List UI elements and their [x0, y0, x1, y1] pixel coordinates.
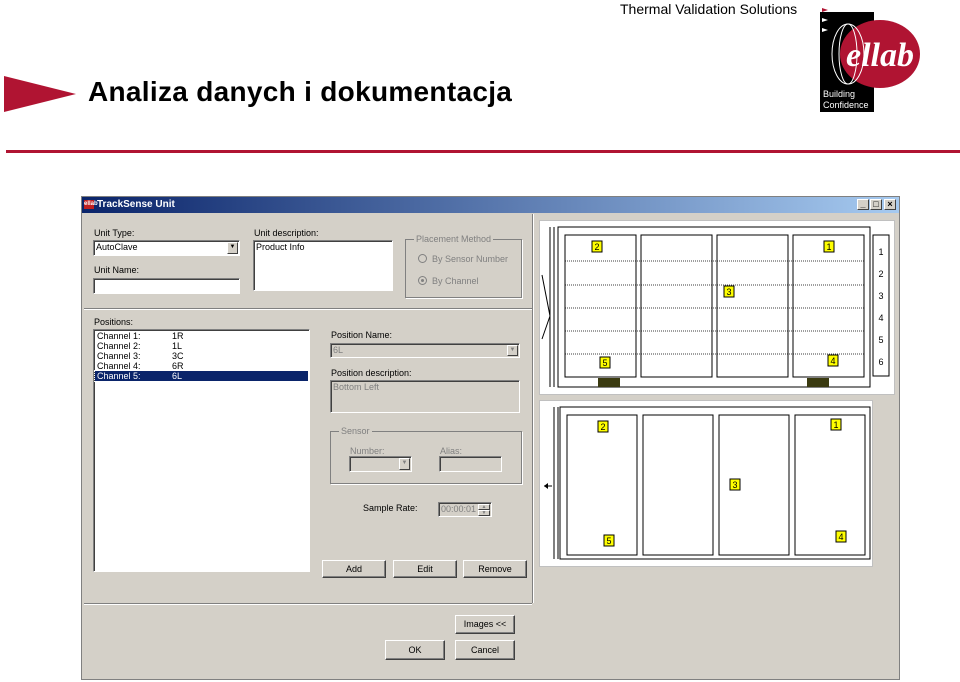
sensor-alias-label: Alias:	[440, 446, 463, 456]
position-marker-label: 4	[838, 532, 843, 542]
unit-description-label: Unit description:	[254, 228, 319, 238]
position-marker-label: 3	[732, 480, 737, 490]
tracksense-unit-window: ellab TrackSense Unit _ □ × Unit Type: A…	[81, 196, 900, 680]
position-description-input[interactable]: Bottom Left	[330, 380, 520, 413]
chevron-down-icon[interactable]: ▼	[507, 345, 518, 356]
logo-wordmark: ellab	[846, 37, 914, 74]
sensor-number-label: Number:	[350, 446, 385, 456]
shelf-number: 4	[878, 313, 883, 323]
autoclave-diagram-top[interactable]: 1 2 3 4 5 6 2 1 3 5 4	[539, 220, 895, 395]
list-item[interactable]: Channel 4: 6R	[95, 361, 308, 371]
channel-label: Channel 5:	[97, 371, 141, 381]
maximize-button[interactable]: □	[870, 199, 882, 210]
placement-method-caption: Placement Method	[414, 234, 494, 244]
app-icon[interactable]: ellab	[84, 200, 98, 209]
logo-tagline-2: Confidence	[823, 100, 869, 110]
position-name-select[interactable]: 6L ▼	[330, 343, 520, 358]
list-item-selected[interactable]: Channel 5: 6L	[94, 370, 309, 382]
chevron-down-icon[interactable]: ▼	[227, 242, 238, 254]
sensor-number-select[interactable]: ▼	[349, 456, 412, 472]
shelf-number: 2	[878, 269, 883, 279]
list-item[interactable]: Channel 3: 3C	[95, 351, 308, 361]
edit-button[interactable]: Edit	[393, 560, 457, 578]
remove-button[interactable]: Remove	[463, 560, 527, 578]
unit-type-select[interactable]: AutoClave ▼	[93, 240, 240, 256]
add-button[interactable]: Add	[322, 560, 386, 578]
placement-method-group: Placement Method By Sensor Number By Cha…	[405, 234, 522, 298]
close-button[interactable]: ×	[884, 199, 896, 210]
sensor-alias-input[interactable]	[439, 456, 502, 472]
position-code: 3C	[172, 351, 184, 361]
shelf-number: 5	[878, 335, 883, 345]
position-marker-label: 2	[600, 422, 605, 432]
position-code: 1R	[172, 331, 184, 341]
position-description-label: Position description:	[331, 368, 412, 378]
window-title: TrackSense Unit	[97, 199, 175, 210]
unit-type-label: Unit Type:	[94, 228, 135, 238]
panel-divider	[532, 214, 534, 603]
autoclave-diagram-bottom[interactable]: 2 1 3 5 4	[539, 400, 873, 567]
slide-title: Analiza danych i dokumentacja	[88, 76, 513, 107]
sample-rate-value: 00:00:01	[441, 504, 477, 514]
shelf-number: 6	[878, 357, 883, 367]
position-code: 6R	[172, 361, 184, 371]
shelf-number: 3	[878, 291, 883, 301]
channel-label: Channel 1:	[97, 331, 141, 341]
position-marker-label: 4	[830, 356, 835, 366]
chevron-down-icon[interactable]: ▼	[399, 458, 410, 470]
unit-description-input[interactable]: Product Info	[253, 240, 393, 291]
by-sensor-radio[interactable]	[418, 254, 427, 263]
sensor-group: Sensor Number: ▼ Alias:	[330, 426, 522, 484]
channel-label: Channel 3:	[97, 351, 141, 361]
positions-list[interactable]: Channel 1: 1R Channel 2: 1L Channel 3: 3C C…	[93, 329, 310, 572]
title-arrow	[4, 76, 76, 112]
shelf-number: 1	[878, 247, 883, 257]
sensor-caption: Sensor	[339, 426, 372, 436]
position-marker-label: 5	[602, 358, 607, 368]
logo-tagline-1: Building	[823, 89, 855, 99]
position-name-label: Position Name:	[331, 330, 393, 340]
channel-label: Channel 4:	[97, 361, 141, 371]
minimize-button[interactable]: _	[857, 199, 869, 210]
by-channel-label: By Channel	[432, 276, 479, 286]
title-divider	[6, 150, 960, 153]
position-code: 6L	[172, 371, 183, 381]
ok-button[interactable]: OK	[385, 640, 445, 660]
position-marker-label: 1	[833, 420, 838, 430]
position-marker-label: 1	[826, 242, 831, 252]
position-code: 1L	[172, 341, 183, 351]
list-item[interactable]: Channel 1: 1R	[95, 331, 308, 341]
position-name-value: 6L	[333, 345, 344, 355]
positions-label: Positions:	[94, 317, 134, 327]
position-marker-label: 3	[726, 287, 731, 297]
window-titlebar[interactable]: ellab TrackSense Unit _ □ ×	[82, 197, 899, 213]
cancel-button[interactable]: Cancel	[455, 640, 515, 660]
list-item[interactable]: Channel 2: 1L	[95, 341, 308, 351]
unit-name-label: Unit Name:	[94, 265, 140, 275]
channel-label: Channel 2:	[97, 341, 141, 351]
sample-rate-label: Sample Rate:	[363, 503, 418, 513]
bottom-divider	[84, 603, 532, 605]
position-marker-label: 2	[594, 242, 599, 252]
by-channel-radio[interactable]	[418, 276, 427, 285]
sample-rate-input[interactable]: 00:00:01 ▲ ▼	[438, 502, 492, 517]
by-sensor-label: By Sensor Number	[432, 254, 509, 264]
company-tagline: Thermal Validation Solutions	[620, 1, 798, 17]
ellab-logo: ellab Building Confidence	[820, 8, 920, 112]
section-divider	[84, 308, 532, 310]
spin-down-icon[interactable]: ▼	[478, 510, 490, 516]
position-marker-label: 5	[606, 536, 611, 546]
images-toggle-button[interactable]: Images <<	[455, 615, 515, 634]
unit-name-input[interactable]	[93, 278, 240, 294]
unit-type-value: AutoClave	[96, 242, 138, 252]
